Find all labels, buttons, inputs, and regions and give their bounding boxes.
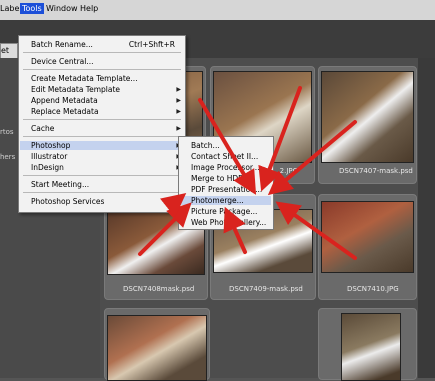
menu-label[interactable]: Label (0, 4, 22, 13)
menu-item-device-central[interactable]: Device Central... (31, 57, 94, 66)
thumbnail-tile[interactable]: DSCN7407-mask.psd (318, 66, 417, 184)
workspace-button[interactable]: et (0, 43, 18, 59)
menu-bar: Label Tools Window Help (0, 0, 435, 21)
thumbnail-image (341, 313, 401, 381)
thumbnail-caption: DSCN7407-mask.psd (339, 167, 413, 175)
submenu-item-image-processor[interactable]: Image Processor... (191, 163, 259, 172)
batch-rename-shortcut: Ctrl+Shft+R (128, 40, 175, 49)
thumbnail-image (107, 315, 207, 381)
submenu-item-photomerge[interactable]: Photomerge... (180, 196, 271, 205)
thumbnail-tile[interactable] (104, 308, 210, 381)
menu-item-indesign[interactable]: InDesign (31, 163, 64, 172)
thumbnail-image (321, 201, 414, 273)
submenu-item-pdf-presentation[interactable]: PDF Presentation... (191, 185, 262, 194)
menu-item-create-metadata-template[interactable]: Create Metadata Template... (31, 74, 138, 83)
submenu-item-contact-sheet[interactable]: Contact Sheet II... (191, 152, 258, 161)
menu-item-photoshop-services[interactable]: Photoshop Services (31, 197, 104, 206)
submenu-item-web-photo-gallery[interactable]: Web Photo Gallery... (191, 218, 266, 227)
thumbnail-caption: ...2.JPG (273, 167, 299, 175)
thumbnail-tile[interactable]: DSCN7410.JPG (318, 194, 417, 300)
submenu-arrow-icon: ▶ (176, 86, 181, 93)
submenu-arrow-icon: ▶ (176, 125, 181, 132)
menu-item-cache[interactable]: Cache (31, 124, 54, 133)
thumbnail-image (321, 71, 414, 163)
menu-item-batch-rename[interactable]: Batch Rename... (31, 40, 93, 49)
photoshop-submenu: Batch... Contact Sheet II... Image Proce… (178, 136, 274, 230)
menu-item-replace-metadata[interactable]: Replace Metadata (31, 107, 99, 116)
thumbnail-caption: DSCN7408mask.psd (123, 285, 195, 293)
menu-divider (23, 136, 181, 137)
menu-divider (23, 119, 181, 120)
menu-divider (23, 192, 181, 193)
menu-tools[interactable]: Tools (20, 3, 44, 14)
menu-item-append-metadata[interactable]: Append Metadata (31, 96, 98, 105)
menu-item-edit-metadata-template[interactable]: Edit Metadata Template (31, 85, 120, 94)
panel-item-1[interactable]: rtos (0, 128, 14, 136)
submenu-item-merge-to-hdr[interactable]: Merge to HDR... (191, 174, 250, 183)
menu-divider (23, 175, 181, 176)
menu-window[interactable]: Window (46, 4, 78, 13)
thumbnail-caption: DSCN7410.JPG (347, 285, 399, 293)
menu-item-photoshop[interactable]: Photoshop (20, 141, 179, 150)
tools-menu: Batch Rename... Ctrl+Shft+R Device Centr… (18, 35, 186, 213)
workspace-label: et (1, 46, 10, 55)
menu-item-illustrator[interactable]: Illustrator (31, 152, 67, 161)
menu-item-start-meeting[interactable]: Start Meeting... (31, 180, 89, 189)
submenu-arrow-icon: ▶ (176, 97, 181, 104)
thumbnail-tile[interactable] (318, 308, 417, 381)
menu-divider (23, 52, 181, 53)
menu-divider (23, 69, 181, 70)
submenu-item-picture-package[interactable]: Picture Package... (191, 207, 257, 216)
panel-item-2[interactable]: hers (0, 153, 15, 161)
thumbnail-caption: DSCN7409-mask.psd (229, 285, 303, 293)
submenu-arrow-icon: ▶ (176, 108, 181, 115)
submenu-item-batch[interactable]: Batch... (191, 141, 220, 150)
menu-help[interactable]: Help (80, 4, 98, 13)
right-scrollbar[interactable] (418, 58, 435, 378)
